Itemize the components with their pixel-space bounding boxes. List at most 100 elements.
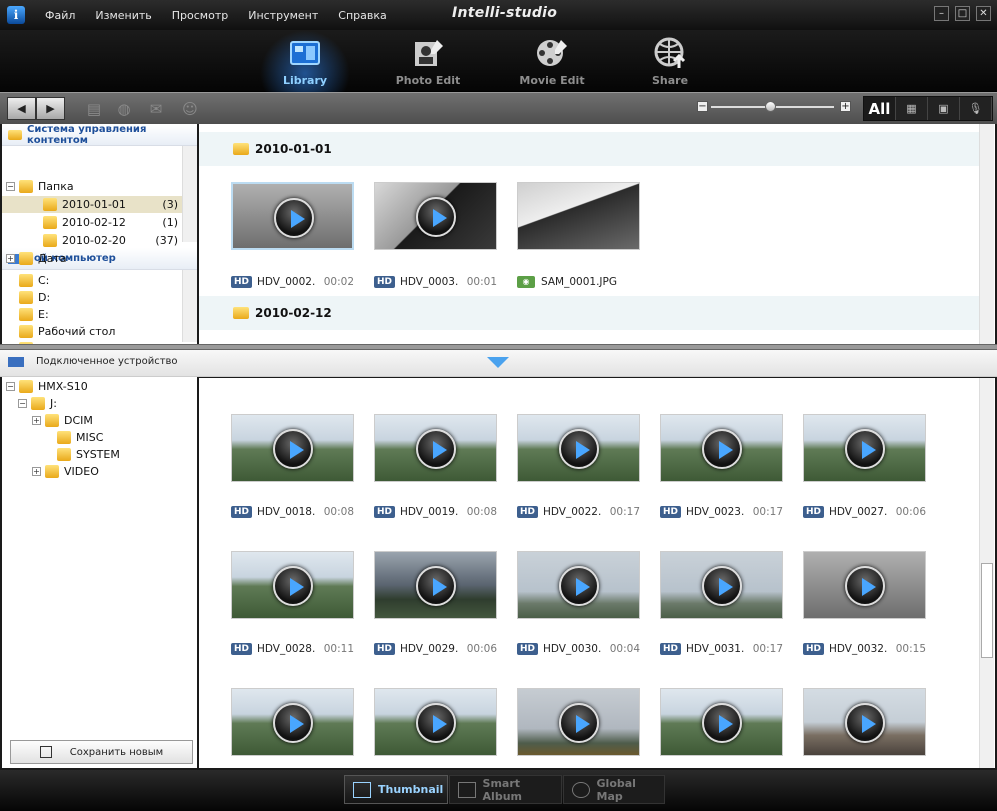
tree-item[interactable]: 2010-01-01 (3) [2, 196, 182, 213]
play-icon[interactable] [416, 566, 456, 606]
tab-thumbnail[interactable]: Thumbnail [344, 775, 448, 804]
tree-item[interactable]: + Дата [2, 250, 182, 267]
map-search-icon[interactable]: ◍ [114, 99, 134, 119]
maximize-button[interactable]: □ [955, 6, 970, 21]
play-icon[interactable] [416, 429, 456, 469]
tree-item[interactable]: + DCIM [2, 412, 182, 429]
expand-toggle[interactable]: − [6, 382, 15, 391]
email-icon[interactable]: ✉ [146, 99, 166, 119]
media-thumbnail[interactable] [517, 551, 640, 619]
play-icon[interactable] [416, 197, 456, 237]
tree-item[interactable]: E: [2, 306, 182, 323]
play-icon[interactable] [559, 429, 599, 469]
play-icon[interactable] [702, 703, 742, 743]
tree-item[interactable]: − Папка [2, 178, 182, 195]
media-thumbnail[interactable] [231, 688, 354, 756]
cms-scrollbar[interactable] [182, 146, 197, 242]
zoom-in-button[interactable]: + [840, 101, 851, 112]
play-icon[interactable] [559, 703, 599, 743]
nav-movie-edit[interactable]: Movie Edit [507, 30, 597, 92]
menu-item-2[interactable]: Просмотр [162, 9, 238, 22]
computer-scrollbar[interactable] [182, 270, 197, 342]
save-new-button[interactable]: Сохранить новым [10, 740, 193, 764]
app-icon[interactable]: i [7, 6, 25, 24]
expand-toggle[interactable]: + [6, 254, 15, 263]
play-icon[interactable] [273, 703, 313, 743]
media-thumbnail[interactable] [374, 414, 497, 482]
tab-smart-album[interactable]: Smart Album [449, 775, 562, 804]
tree-item[interactable]: − J: [2, 395, 182, 412]
date-group-header[interactable]: 2010-01-01 [199, 132, 979, 166]
tree-item[interactable]: D: [2, 289, 182, 306]
filter-video-icon[interactable]: ▦ [896, 97, 928, 120]
menu-item-4[interactable]: Справка [328, 9, 396, 22]
library-scrollbar[interactable] [979, 124, 994, 344]
media-thumbnail[interactable] [803, 688, 926, 756]
tree-item[interactable]: MISC [2, 429, 182, 446]
menu-item-1[interactable]: Изменить [85, 9, 161, 22]
filter-photo-icon[interactable]: ▣ [928, 97, 960, 120]
print-icon[interactable]: ▤ [84, 99, 104, 119]
tree-item[interactable]: Рабочий стол [2, 323, 182, 340]
play-icon[interactable] [845, 703, 885, 743]
media-name: HDV_0028. [257, 643, 316, 655]
tree-item[interactable]: C: [2, 272, 182, 289]
nav-photo-edit[interactable]: Photo Edit [383, 30, 473, 92]
play-icon[interactable] [274, 198, 314, 238]
media-thumbnail[interactable] [517, 414, 640, 482]
filter-all-button[interactable]: All [864, 97, 896, 120]
media-thumbnail[interactable] [374, 551, 497, 619]
play-icon[interactable] [702, 566, 742, 606]
play-icon[interactable] [273, 566, 313, 606]
media-thumbnail[interactable] [660, 551, 783, 619]
media-name: HDV_0022. [543, 506, 602, 518]
collapse-arrow-icon[interactable] [487, 357, 509, 368]
tree-label: Рабочий стол [38, 325, 116, 338]
media-thumbnail[interactable] [231, 182, 354, 250]
close-button[interactable]: ✕ [976, 6, 991, 21]
forward-button[interactable]: ▶ [36, 97, 65, 120]
media-thumbnail[interactable] [374, 182, 497, 250]
tree-item[interactable]: SYSTEM [2, 446, 182, 463]
minimize-button[interactable]: – [934, 6, 949, 21]
tree-item[interactable]: + VIDEO [2, 463, 182, 480]
device-scrollbar-thumb[interactable] [981, 563, 993, 658]
media-thumbnail[interactable] [517, 688, 640, 756]
media-caption: HD HDV_0023. 00:17 [660, 504, 785, 520]
media-thumbnail[interactable] [803, 414, 926, 482]
play-icon[interactable] [845, 566, 885, 606]
tree-item[interactable]: − HMX-S10 [2, 378, 182, 395]
media-thumbnail[interactable] [231, 551, 354, 619]
menu-item-0[interactable]: Файл [35, 9, 85, 22]
nav-library[interactable]: Library [260, 30, 350, 92]
media-thumbnail[interactable] [660, 414, 783, 482]
media-thumbnail[interactable] [803, 551, 926, 619]
play-icon[interactable] [273, 429, 313, 469]
media-thumbnail[interactable] [374, 688, 497, 756]
device-scrollbar[interactable] [979, 378, 994, 768]
expand-toggle[interactable]: − [6, 182, 15, 191]
hd-badge-icon: HD [517, 506, 539, 518]
play-icon[interactable] [845, 429, 885, 469]
date-group-header[interactable]: 2010-02-12 [199, 296, 979, 330]
expand-toggle[interactable]: − [18, 399, 27, 408]
add-person-icon[interactable]: ☺ [180, 99, 200, 119]
expand-toggle[interactable]: + [32, 416, 41, 425]
play-icon[interactable] [702, 429, 742, 469]
tree-item[interactable]: 2010-02-20 (37) [2, 232, 182, 249]
media-thumbnail[interactable] [660, 688, 783, 756]
tab-global-map[interactable]: Global Map [563, 775, 665, 804]
media-thumbnail[interactable] [517, 182, 640, 250]
filter-audio-icon[interactable]: 🎙 [960, 97, 992, 120]
group-date: 2010-02-12 [255, 306, 332, 320]
tree-item[interactable]: 2010-02-12 (1) [2, 214, 182, 231]
media-thumbnail[interactable] [231, 414, 354, 482]
nav-share[interactable]: Share [625, 30, 715, 92]
play-icon[interactable] [559, 566, 599, 606]
back-button[interactable]: ◀ [7, 97, 36, 120]
menu-item-3[interactable]: Инструмент [238, 9, 328, 22]
zoom-slider-handle[interactable] [765, 101, 777, 112]
expand-toggle[interactable]: + [32, 467, 41, 476]
play-icon[interactable] [416, 703, 456, 743]
zoom-out-button[interactable]: − [697, 101, 708, 112]
